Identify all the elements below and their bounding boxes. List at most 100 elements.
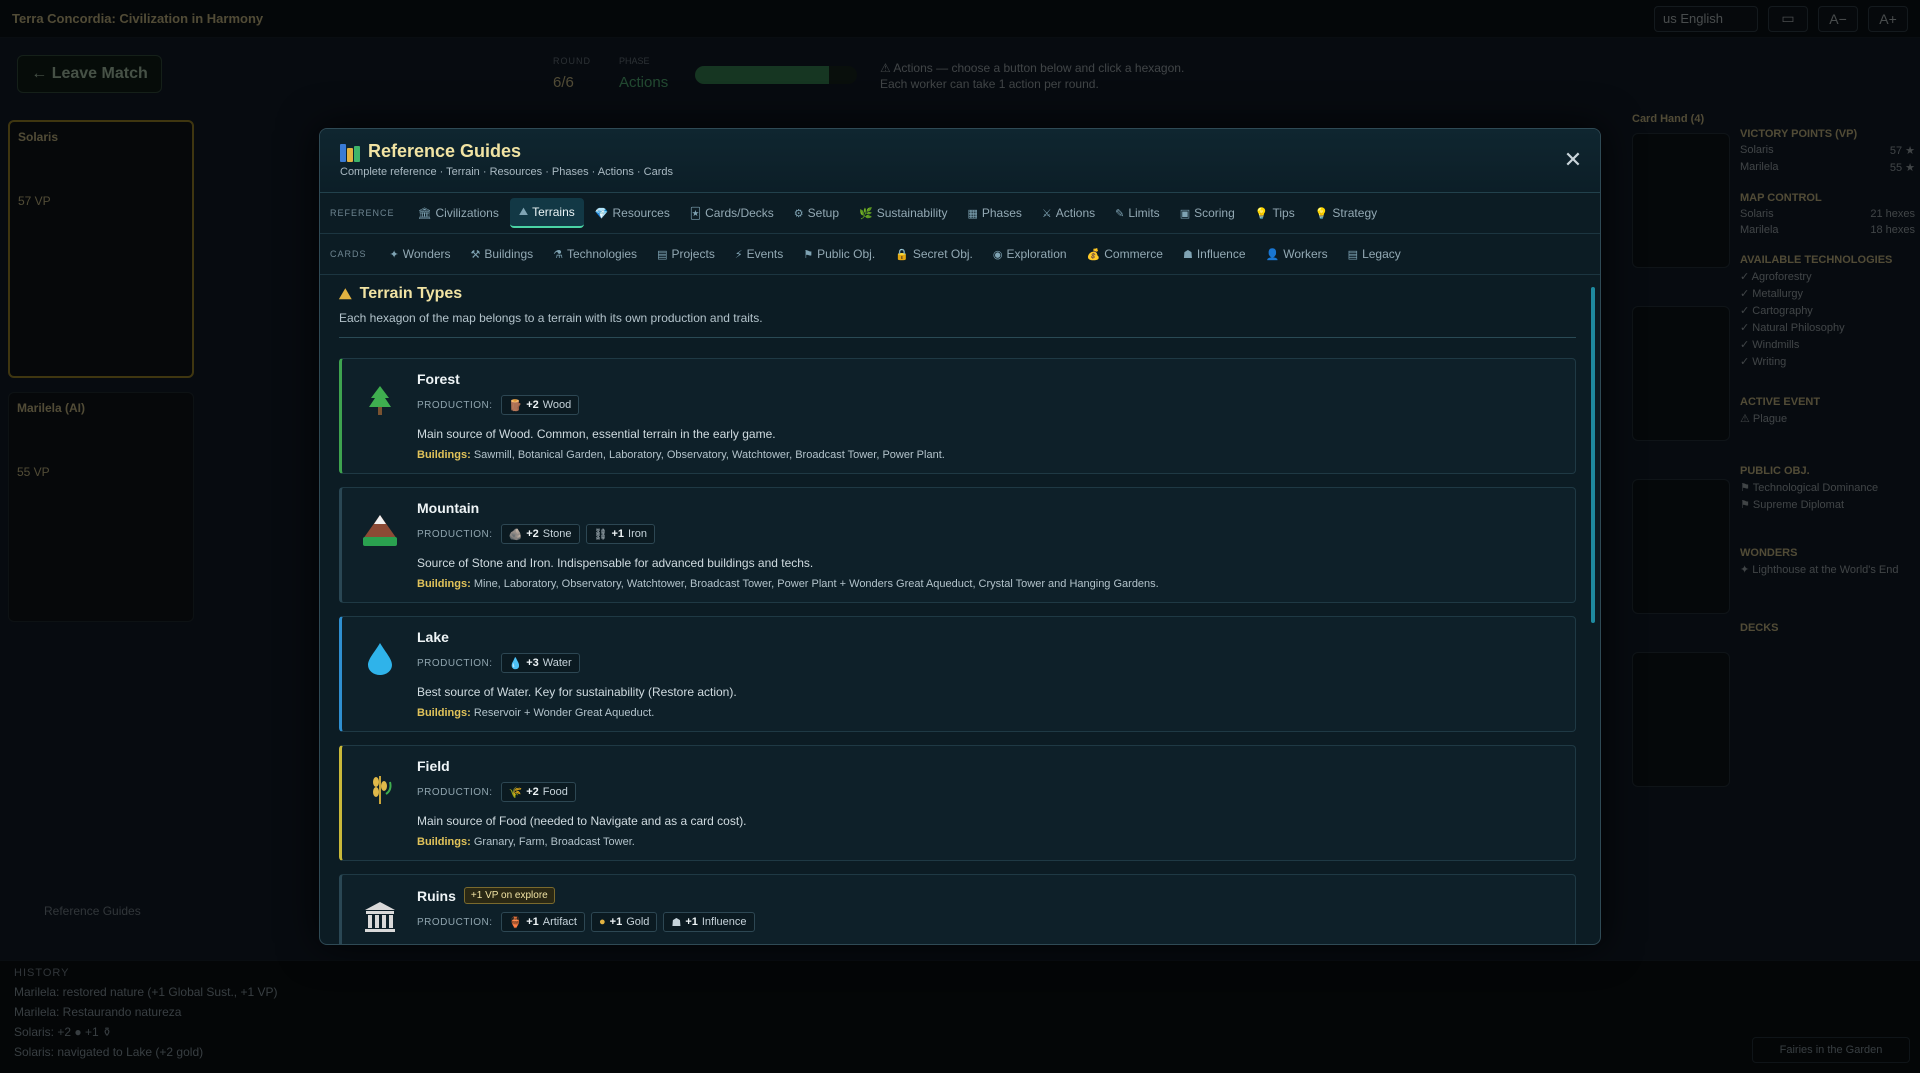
production-label: PRODUCTION: xyxy=(417,786,493,798)
tab-label: Setup xyxy=(807,206,840,220)
terrain-icon: ⛰ xyxy=(339,285,352,303)
modal-title: Reference Guides xyxy=(368,141,522,161)
modal-subtitle: Complete reference · Terrain · Resources… xyxy=(340,166,673,178)
resource-amount: +3 xyxy=(526,657,539,669)
terrain-name: Lake xyxy=(417,629,449,645)
terrain-name-row: Lake xyxy=(417,629,1559,645)
tab-setup[interactable]: ⚙ Setup xyxy=(785,198,848,228)
terrain-description: Source of Stone and Iron. Indispensable … xyxy=(417,556,814,570)
tab-label: Legacy xyxy=(1362,247,1401,261)
wonders-title: WONDERS xyxy=(1740,547,1798,559)
phase-value: Actions xyxy=(619,74,669,91)
tech-item: ✓ Metallurgy xyxy=(1740,288,1804,300)
commerce-icon: 💰 xyxy=(1086,248,1101,261)
tab-tips[interactable]: 💡 Tips xyxy=(1246,198,1304,228)
tab-strategy[interactable]: 💡 Strategy xyxy=(1306,198,1386,228)
public-obj-item: ⚑ Supreme Diplomat xyxy=(1740,499,1845,511)
public-obj-item: ⚑ Technological Dominance xyxy=(1740,482,1879,494)
tab-civilizations[interactable]: 🏛 Civilizations xyxy=(409,198,508,228)
tab-terrains[interactable]: ⛰ Terrains xyxy=(509,198,584,228)
player-panel-marilela[interactable]: Marilela (AI) 55 VP xyxy=(8,392,194,622)
font-smaller-button[interactable]: A− xyxy=(1818,5,1858,32)
tab-public-obj[interactable]: ⚑ Public Obj. xyxy=(794,239,884,269)
phase-indicator: PHASE Actions xyxy=(619,56,699,91)
tab-label: Civilizations xyxy=(435,206,499,220)
resource-name: Iron xyxy=(628,528,647,540)
tab-wonders[interactable]: ✦ Wonders xyxy=(381,239,460,269)
tab-label: Wonders xyxy=(402,247,451,261)
tab-secret-obj[interactable]: 🔒 Secret Obj. xyxy=(886,239,982,269)
tab-technologies[interactable]: ⚗ Technologies xyxy=(544,239,646,269)
tab-buildings[interactable]: ⚒ Buildings xyxy=(462,239,543,269)
event-title: ACTIVE EVENT xyxy=(1740,396,1821,408)
terrain-buildings: Buildings: Reservoir + Wonder Great Aque… xyxy=(417,707,1559,719)
resource-amount: +1 xyxy=(611,528,625,540)
tab-sustainability[interactable]: 🌿 Sustainability xyxy=(850,198,956,228)
tab-legacy[interactable]: ▤ Legacy xyxy=(1339,239,1410,269)
tab-cards-decks[interactable]: 🃏 Cards/Decks xyxy=(681,198,783,228)
card-tabs: CARDS ✦ Wonders ⚒ Buildings ⚗ Technologies ▤ Pr… xyxy=(320,234,1600,275)
hand-card[interactable] xyxy=(1632,479,1730,614)
tree-icon xyxy=(360,381,400,421)
leave-match-button[interactable]: ← Leave Match xyxy=(17,55,162,93)
production-label: PRODUCTION: xyxy=(417,916,493,928)
tab-label: Resources xyxy=(612,206,670,220)
mountain-icon xyxy=(360,510,400,550)
water-drop-icon xyxy=(360,639,400,679)
hand-card[interactable] xyxy=(1632,133,1730,268)
terrain-list: Forest PRODUCTION: 🪵 +2 Wood Main source of W… xyxy=(339,358,1576,944)
buildings-list: Granary, Farm, Broadcast Tower. xyxy=(473,836,635,848)
tab-label: Sustainability xyxy=(876,206,948,220)
tab-label: Secret Obj. xyxy=(912,247,973,261)
terrain-description: Best source of Water. Key for sustainabi… xyxy=(417,685,737,699)
scrollbar-thumb[interactable] xyxy=(1591,287,1595,623)
history-line: Marilela: restored nature (+1 Global Sus… xyxy=(14,985,278,999)
map-control-title: MAP CONTROL xyxy=(1740,192,1822,204)
terrain-name-row: Mountain xyxy=(417,500,1559,516)
civilizations-icon: 🏛 xyxy=(417,207,432,220)
map-row: Marilela 18 hexes xyxy=(1740,224,1915,236)
tab-exploration[interactable]: ◉ Exploration xyxy=(984,239,1076,269)
tab-influence[interactable]: ☗ Influence xyxy=(1174,239,1255,269)
tab-commerce[interactable]: 💰 Commerce xyxy=(1078,239,1172,269)
tab-projects[interactable]: ▤ Projects xyxy=(648,239,724,269)
terrain-card-forest: Forest PRODUCTION: 🪵 +2 Wood Main source of W… xyxy=(339,358,1576,474)
production-row: PRODUCTION: 🌾 +2 Food xyxy=(417,782,1559,802)
vp-row: Marilela 55 ★ xyxy=(1740,161,1915,174)
tab-actions[interactable]: ⚔ Actions xyxy=(1033,198,1104,228)
tech-item: ✓ Writing xyxy=(1740,356,1787,368)
projects-icon: ▤ xyxy=(657,248,668,261)
decks-title: DECKS xyxy=(1740,622,1779,634)
tab-events[interactable]: ⚡ Events xyxy=(726,239,792,269)
reference-guides-link[interactable]: Reference Guides xyxy=(44,904,141,918)
fairies-button[interactable]: Fairies in the Garden xyxy=(1752,1037,1910,1063)
font-larger-button[interactable]: A+ xyxy=(1868,5,1908,32)
hand-card[interactable] xyxy=(1632,306,1730,441)
tab-limits[interactable]: ✎ Limits xyxy=(1106,198,1169,228)
terrain-card-mountain: Mountain PRODUCTION: 🪨 +2 Stone ⛓ +1 Iron Source… xyxy=(339,487,1576,603)
books-icon xyxy=(340,142,360,162)
tab-label: Terrains xyxy=(532,205,575,219)
card-hand: Card Hand (4) xyxy=(1632,113,1730,825)
influence-icon: ☗ xyxy=(1182,248,1193,261)
tab-resources[interactable]: 💎 Resources xyxy=(586,198,679,228)
tab-label: Influence xyxy=(1196,247,1246,261)
round-indicator: ROUND 6/6 xyxy=(553,56,663,96)
terrain-card-lake: Lake PRODUCTION: 💧 +3 Water Best source of Wa… xyxy=(339,616,1576,732)
history-line: Solaris: navigated to Lake (+2 gold) xyxy=(14,1045,204,1059)
resource-name: Wood xyxy=(542,399,572,411)
round-value: 6/6 xyxy=(553,74,574,91)
wonder-item: ✦ Lighthouse at the World's End xyxy=(1740,564,1899,576)
resource-name: Stone xyxy=(542,528,572,540)
hand-card[interactable] xyxy=(1632,652,1730,787)
player-panel-solaris[interactable]: Solaris 57 VP xyxy=(8,120,194,378)
secret-obj-icon: 🔒 xyxy=(895,248,909,261)
language-select[interactable]: us English xyxy=(1654,5,1758,32)
close-icon[interactable]: ✕ xyxy=(1562,149,1584,171)
tab-workers[interactable]: 👤 Workers xyxy=(1257,239,1337,269)
chat-icon[interactable]: ▭ xyxy=(1768,5,1808,32)
tab-phases[interactable]: ▦ Phases xyxy=(958,198,1030,228)
influence-icon: ☗ xyxy=(671,916,682,929)
history-log: HISTORY Marilela: restored nature (+1 Gl… xyxy=(0,960,1920,1073)
tab-scoring[interactable]: ▣ Scoring xyxy=(1171,198,1244,228)
